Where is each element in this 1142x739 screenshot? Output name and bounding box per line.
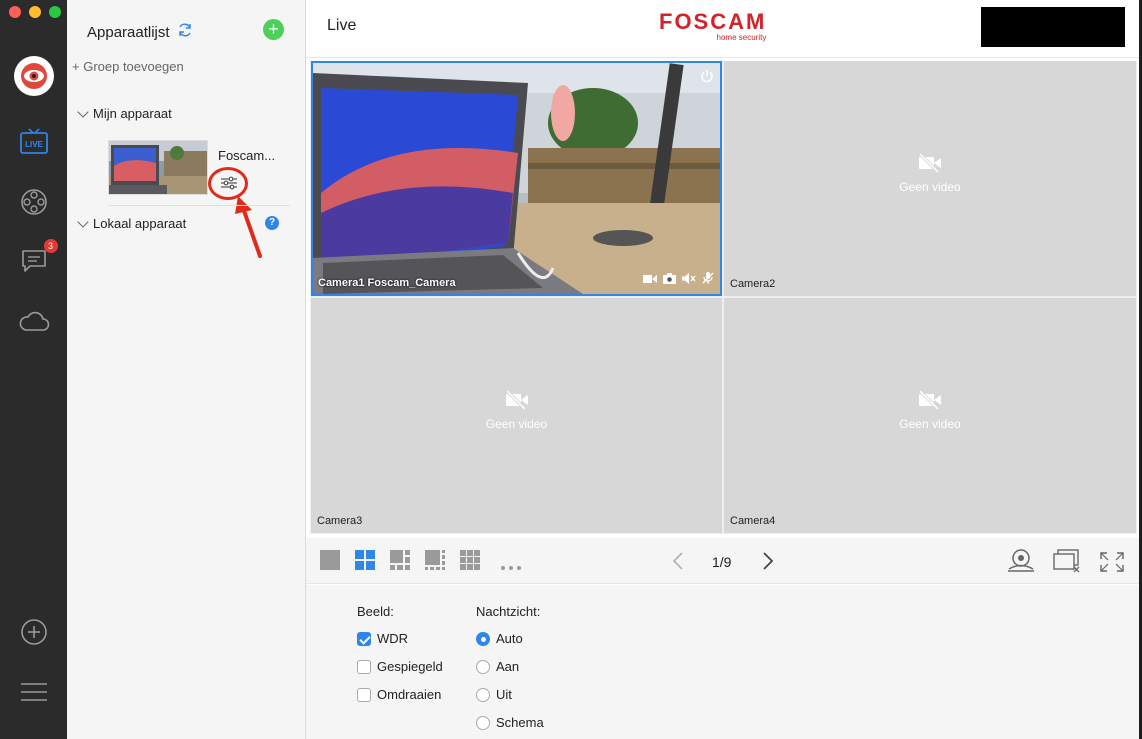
redacted-area — [981, 7, 1125, 47]
radio-unselected[interactable] — [476, 715, 490, 730]
close-window-button[interactable] — [9, 6, 21, 18]
device-list-panel: Apparaatlijst + + Groep toevoegen Mijn a… — [67, 0, 306, 739]
night-auto-radio[interactable]: Auto — [476, 631, 523, 646]
refresh-icon[interactable] — [177, 22, 193, 43]
live-nav-icon[interactable]: LIVE — [0, 128, 67, 156]
layout-9-icon[interactable] — [460, 550, 480, 575]
layout-8-icon[interactable] — [425, 550, 445, 575]
top-bar: Live FOSCAM home security — [306, 0, 1139, 58]
no-video-label: Geen video — [485, 417, 548, 431]
camera-label: Camera2 — [730, 278, 776, 290]
svg-text:LIVE: LIVE — [25, 140, 43, 149]
brand-tagline: home security — [716, 33, 767, 42]
layout-4-icon[interactable] — [355, 550, 375, 575]
messages-nav-icon[interactable]: 3 — [0, 239, 67, 279]
record-video-icon[interactable] — [643, 271, 657, 289]
layout-6-icon[interactable] — [390, 550, 410, 575]
camera-tile[interactable]: Geen video Camera4 — [724, 298, 1136, 533]
camera-label: Camera1 Foscam_Camera — [318, 277, 456, 289]
camera-tile[interactable]: Geen video Camera3 — [311, 298, 722, 533]
no-video-label: Geen video — [899, 417, 961, 431]
foscam-brand-logo: FOSCAM home security — [659, 9, 767, 43]
wdr-label: WDR — [377, 631, 409, 646]
chevron-down-icon — [77, 215, 89, 228]
ptz-camera-icon[interactable] — [1006, 548, 1036, 579]
page-indicator: 1/9 — [712, 554, 732, 570]
radio-unselected[interactable] — [476, 687, 490, 702]
camera-grid: Camera1 Foscam_Camera Geen video Camera2… — [310, 61, 1137, 534]
camera-live-image — [313, 63, 720, 294]
close-all-windows-icon[interactable] — [1053, 549, 1081, 578]
radio-selected[interactable] — [476, 631, 490, 646]
fullscreen-icon[interactable] — [1100, 552, 1124, 577]
add-device-button[interactable]: + — [263, 19, 284, 40]
add-device-icon[interactable] — [0, 618, 67, 646]
camera-controls — [643, 271, 714, 289]
microphone-off-icon[interactable] — [702, 271, 714, 289]
playback-nav-icon[interactable] — [0, 188, 67, 216]
camera-label: Camera4 — [730, 515, 776, 527]
brand-name: FOSCAM — [659, 9, 767, 34]
night-auto-label: Auto — [496, 631, 523, 646]
camera-tile[interactable]: Geen video Camera2 — [724, 61, 1136, 296]
power-icon[interactable] — [700, 69, 714, 88]
add-group-link[interactable]: + Groep toevoegen — [72, 59, 184, 74]
device-thumbnail[interactable] — [108, 140, 208, 195]
night-schedule-radio[interactable]: Schema — [476, 715, 544, 730]
account-avatar[interactable] — [0, 56, 67, 96]
night-on-radio[interactable]: Aan — [476, 659, 519, 674]
camera-tile[interactable]: Camera1 Foscam_Camera — [311, 61, 722, 296]
mute-icon[interactable] — [682, 271, 696, 289]
foscam-logo-icon — [13, 56, 54, 96]
local-devices-label: Lokaal apparaat — [93, 216, 187, 231]
menu-icon[interactable] — [0, 682, 67, 702]
night-schedule-label: Schema — [496, 715, 544, 730]
device-name[interactable]: Foscam... — [218, 148, 275, 163]
no-video-icon — [918, 389, 941, 411]
flip-checkbox[interactable]: Omdraaien — [357, 687, 441, 702]
next-page-icon[interactable] — [762, 552, 774, 575]
window-controls — [9, 6, 61, 18]
no-video-indicator: Geen video — [724, 152, 1136, 194]
minimize-window-button[interactable] — [29, 6, 41, 18]
camera-settings-panel: Beeld: WDR Gespiegeld Omdraaien Nachtzic… — [306, 585, 1139, 739]
chevron-down-icon — [77, 105, 89, 118]
checkbox-unchecked[interactable] — [357, 659, 371, 674]
night-off-radio[interactable]: Uit — [476, 687, 512, 702]
zoom-window-button[interactable] — [49, 6, 61, 18]
more-layouts-icon[interactable] — [500, 558, 522, 576]
layout-toolbar: 1/9 — [306, 538, 1139, 584]
notification-badge: 3 — [43, 239, 58, 253]
night-on-label: Aan — [496, 659, 520, 674]
no-video-indicator: Geen video — [724, 389, 1136, 431]
page-title: Live — [327, 17, 357, 34]
my-devices-group[interactable]: Mijn apparaat — [77, 105, 172, 121]
main-area: Live FOSCAM home security Camera1 Foscam… — [306, 0, 1139, 739]
mirror-checkbox[interactable]: Gespiegeld — [357, 659, 443, 674]
layout-1-icon[interactable] — [320, 550, 340, 575]
app-sidebar: LIVE 3 — [0, 0, 67, 739]
panel-title: Apparaatlijst — [87, 24, 170, 41]
radio-unselected[interactable] — [476, 659, 490, 674]
checkbox-unchecked[interactable] — [357, 687, 371, 702]
mirror-label: Gespiegeld — [377, 659, 443, 674]
my-devices-label: Mijn apparaat — [93, 106, 172, 121]
no-video-indicator: Geen video — [311, 389, 722, 431]
checkbox-checked[interactable] — [357, 631, 371, 646]
no-video-label: Geen video — [899, 180, 961, 194]
no-video-icon — [505, 389, 528, 411]
night-off-label: Uit — [496, 687, 512, 702]
divider — [108, 205, 290, 206]
snapshot-icon[interactable] — [663, 271, 676, 289]
local-devices-group[interactable]: Lokaal apparaat — [77, 215, 187, 231]
no-video-icon — [918, 152, 941, 174]
previous-page-icon[interactable] — [672, 552, 684, 575]
camera-label: Camera3 — [317, 515, 363, 527]
image-section-title: Beeld: — [357, 604, 394, 619]
wdr-checkbox[interactable]: WDR — [357, 631, 408, 646]
night-vision-section-title: Nachtzicht: — [476, 604, 541, 619]
cloud-nav-icon[interactable] — [0, 310, 67, 332]
help-icon[interactable]: ? — [265, 216, 279, 230]
flip-label: Omdraaien — [377, 687, 442, 702]
